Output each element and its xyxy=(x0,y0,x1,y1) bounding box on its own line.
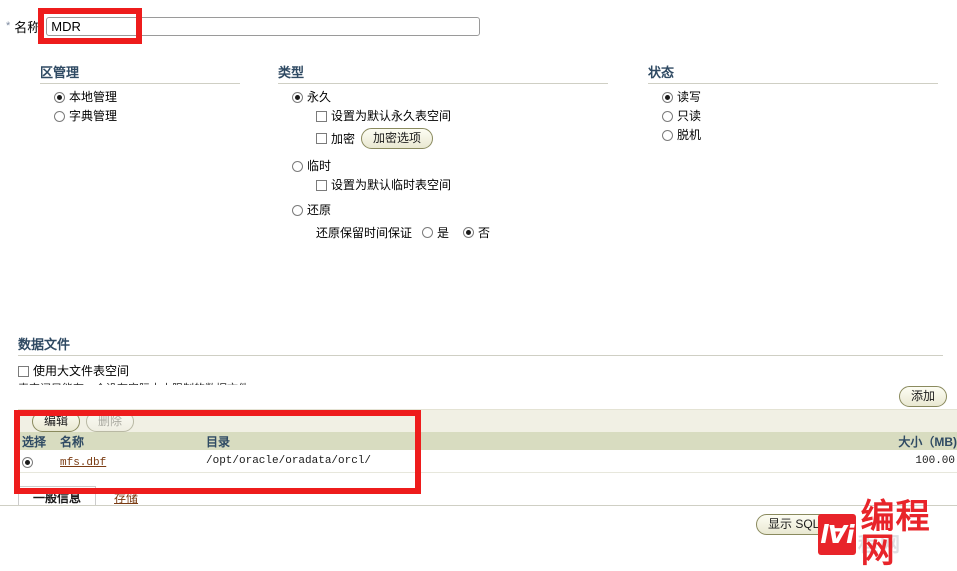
datafile-name-link[interactable]: mfs.dbf xyxy=(60,457,106,469)
radio-label: 读写 xyxy=(677,90,702,104)
column-header-directory: 目录 xyxy=(206,434,231,449)
radio-icon xyxy=(292,205,303,216)
name-input[interactable] xyxy=(46,16,481,36)
checkbox-icon xyxy=(18,366,29,377)
encrypt-row: 加密 加密选项 xyxy=(316,128,628,149)
name-label: 名称 xyxy=(14,19,41,35)
delete-datafile-button: 删除 xyxy=(86,410,135,432)
datafiles-heading: 数据文件 xyxy=(18,334,943,356)
encryption-options-button[interactable]: 加密选项 xyxy=(361,128,434,149)
required-marker-icon: * xyxy=(6,19,11,32)
row-select-cell[interactable] xyxy=(18,455,52,468)
status-heading: 状态 xyxy=(648,62,938,84)
checkbox-default-temporary[interactable]: 设置为默认临时表空间 xyxy=(316,178,628,193)
tablespace-create-page: * 名称 区管理 本地管理 字典管理 类型 永久 xyxy=(0,0,957,568)
encrypt-label: 加密 xyxy=(331,132,356,146)
undo-retention-no-label: 否 xyxy=(478,226,491,240)
radio-label: 只读 xyxy=(677,109,702,123)
checkbox-label: 使用大文件表空间 xyxy=(33,364,130,378)
bottom-tabs: 一般信息 存储 xyxy=(18,484,957,506)
column-header-select: 选择 xyxy=(22,434,47,449)
name-field-row: * 名称 xyxy=(0,14,481,38)
checkbox-label: 设置为默认临时表空间 xyxy=(331,178,452,192)
tab-general-info[interactable]: 一般信息 xyxy=(18,486,97,506)
checkbox-default-permanent[interactable]: 设置为默认永久表空间 xyxy=(316,109,628,124)
radio-extent-local[interactable]: 本地管理 xyxy=(54,90,260,105)
status-section: 状态 读写 只读 脱机 xyxy=(648,62,948,147)
radio-status-readwrite[interactable]: 读写 xyxy=(662,90,948,105)
table-row: mfs.dbf /opt/oracle/oradata/orcl/ 100.00 xyxy=(18,450,957,473)
extent-management-heading: 区管理 xyxy=(40,62,240,84)
datafiles-add-bar: 添加 xyxy=(18,385,947,409)
radio-label: 本地管理 xyxy=(69,90,118,104)
watermark-text: 编程网 xyxy=(860,497,931,571)
watermark-logo-icon: lⱯi xyxy=(818,513,856,555)
undo-retention-yes-label: 是 xyxy=(437,226,450,240)
checkbox-icon xyxy=(316,180,327,191)
undo-retention-label: 还原保留时间保证 xyxy=(316,226,413,240)
checkbox-icon xyxy=(316,111,327,122)
edit-datafile-button[interactable]: 编辑 xyxy=(32,410,81,432)
radio-type-temporary[interactable]: 临时 xyxy=(292,159,628,174)
add-datafile-button[interactable]: 添加 xyxy=(898,386,947,407)
radio-icon-selected xyxy=(292,92,303,103)
row-directory-cell: /opt/oracle/oradata/orcl/ xyxy=(206,455,372,467)
radio-icon xyxy=(54,111,65,122)
options-columns: 区管理 本地管理 字典管理 类型 永久 设置为默认永久表空间 加密 加密选项 临… xyxy=(0,62,957,322)
radio-status-readonly[interactable]: 只读 xyxy=(662,109,948,124)
radio-status-offline[interactable]: 脱机 xyxy=(662,128,948,143)
radio-icon xyxy=(662,130,673,141)
row-size-cell: 100.00 xyxy=(915,455,955,467)
radio-type-undo[interactable]: 还原 xyxy=(292,203,628,218)
row-name-cell: mfs.dbf xyxy=(52,454,202,469)
radio-icon xyxy=(662,111,673,122)
watermark: lⱯi 编程网 xyxy=(818,500,957,568)
radio-extent-dictionary[interactable]: 字典管理 xyxy=(54,109,260,124)
radio-icon-undo-yes[interactable] xyxy=(422,227,434,238)
radio-icon-selected xyxy=(54,92,65,103)
radio-icon-row-selected xyxy=(22,456,33,468)
table-toolbar: 编辑 删除 xyxy=(18,409,957,432)
undo-retention-row: 还原保留时间保证 是 否 xyxy=(316,224,628,241)
datafiles-table: 编辑 删除 选择 名称 目录 大小（MB) mfs.dbf /opt/oracl… xyxy=(18,409,957,473)
radio-type-permanent[interactable]: 永久 xyxy=(292,90,628,105)
column-header-name: 名称 xyxy=(60,434,85,449)
tab-storage[interactable]: 存储 xyxy=(96,486,153,506)
table-header-row: 选择 名称 目录 大小（MB) xyxy=(18,432,957,450)
radio-icon-undo-no-selected[interactable] xyxy=(463,227,475,238)
radio-label: 临时 xyxy=(307,159,332,173)
radio-label: 脱机 xyxy=(677,128,702,142)
radio-icon xyxy=(292,161,303,172)
checkbox-bigfile-tablespace[interactable]: 使用大文件表空间 xyxy=(18,362,943,379)
radio-icon-selected xyxy=(662,92,673,103)
radio-label: 字典管理 xyxy=(69,109,118,123)
checkbox-label: 设置为默认永久表空间 xyxy=(331,109,452,123)
radio-label: 永久 xyxy=(307,90,332,104)
extent-management-section: 区管理 本地管理 字典管理 xyxy=(40,62,260,128)
column-header-size: 大小（MB) xyxy=(898,434,957,449)
type-section: 类型 永久 设置为默认永久表空间 加密 加密选项 临时 设置为默认临时表空间 还… xyxy=(278,62,628,241)
radio-label: 还原 xyxy=(307,203,332,217)
type-heading: 类型 xyxy=(278,62,608,84)
checkbox-icon-encrypt[interactable] xyxy=(316,133,327,144)
